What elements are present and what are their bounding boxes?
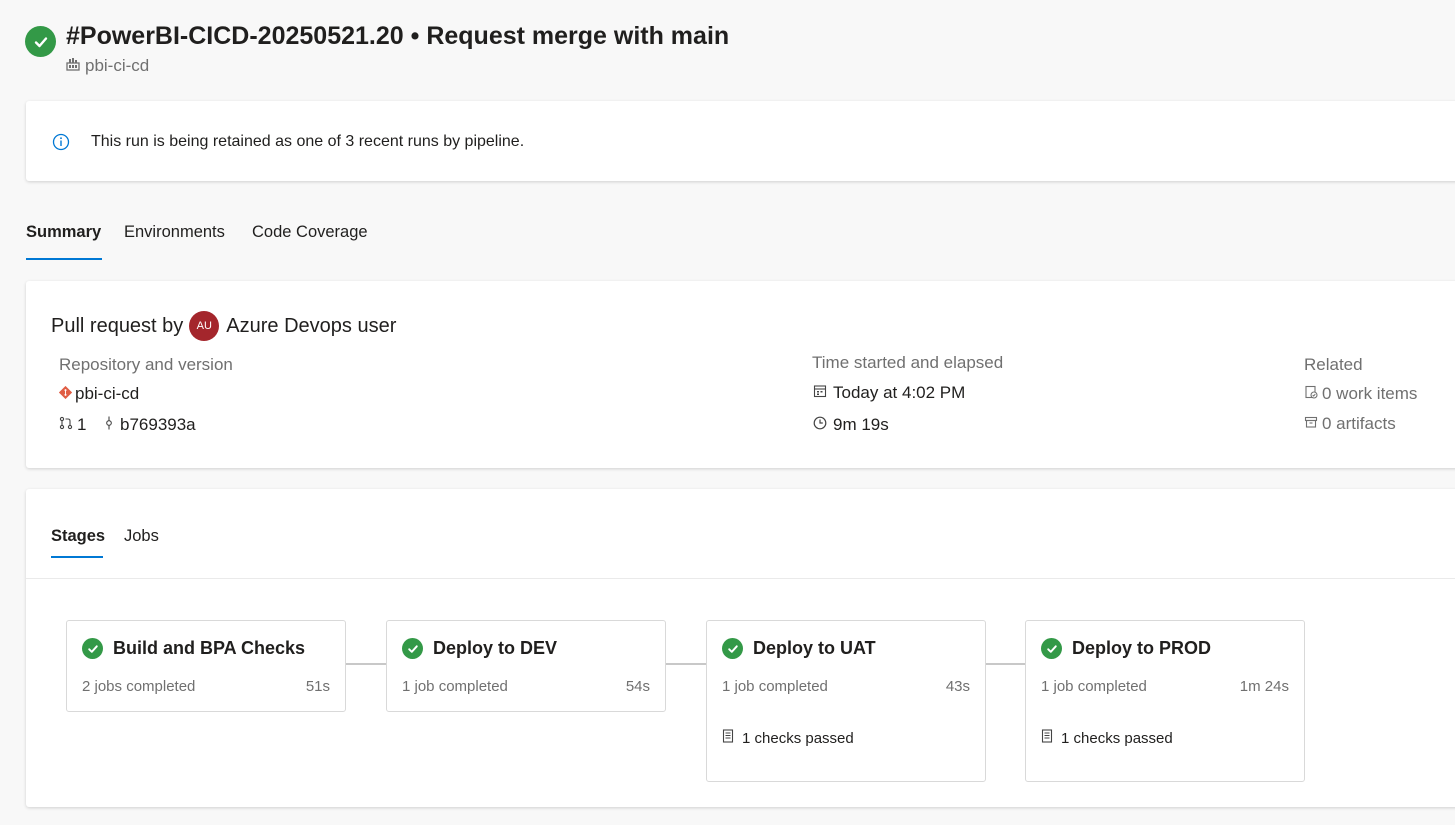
stage-name: Build and BPA Checks — [113, 638, 306, 658]
user-name[interactable]: Azure Devops user — [226, 315, 396, 338]
stage-name: Deploy to DEV — [433, 638, 558, 658]
info-icon — [52, 133, 70, 156]
active-tab-indicator — [26, 258, 102, 260]
commit-icon — [104, 415, 114, 435]
artifacts-count[interactable]: 0 artifacts — [1322, 414, 1396, 434]
work-items-count[interactable]: 0 work items — [1322, 384, 1417, 404]
related-label: Related — [1304, 355, 1363, 374]
stage-name: Deploy to PROD — [1072, 638, 1212, 658]
work-items-link[interactable]: 0 work items — [1304, 384, 1417, 404]
checklist-icon — [722, 729, 734, 747]
artifact-icon — [1304, 414, 1318, 434]
calendar-icon — [813, 383, 827, 403]
stage-duration: 1m 24s — [1239, 678, 1289, 695]
stage-checks-link[interactable]: 1 checks passed — [722, 729, 854, 747]
stage-deploy-to-dev[interactable]: Deploy to DEV 1 job completed 54s — [386, 620, 666, 712]
commit-hash[interactable]: b769393a — [120, 415, 196, 435]
time-label: Time started and elapsed — [812, 353, 1004, 372]
summary-card — [26, 281, 1455, 468]
tab-code-coverage[interactable]: Code Coverage — [252, 223, 368, 242]
repo-link[interactable]: pbi-ci-cd — [58, 384, 139, 404]
tab-stages[interactable]: Stages — [51, 527, 105, 546]
success-icon — [402, 638, 423, 659]
retention-message: This run is being retained as one of 3 r… — [91, 133, 525, 150]
git-repo-icon — [58, 384, 73, 404]
checklist-icon — [1041, 729, 1053, 747]
tab-jobs[interactable]: Jobs — [124, 527, 159, 546]
pipeline-icon — [66, 56, 80, 76]
stage-duration: 51s — [305, 678, 330, 695]
stage-name: Deploy to UAT — [753, 638, 876, 658]
pull-request-icon — [59, 415, 73, 435]
stage-duration: 43s — [945, 678, 970, 695]
stage-deploy-to-prod[interactable]: Deploy to PROD 1 job completed 1m 24s 1 … — [1025, 620, 1305, 782]
run-status-success-icon — [25, 26, 56, 57]
run-title: #PowerBI-CICD-20250521.20 • Request merg… — [66, 22, 730, 50]
pr-link[interactable]: 1 — [59, 415, 86, 435]
repo-label: Repository and version — [59, 355, 233, 374]
stage-jobs: 2 jobs completed — [82, 678, 196, 695]
divider — [26, 578, 1455, 579]
stage-jobs: 1 job completed — [722, 678, 828, 695]
pr-prefix: Pull request by — [51, 314, 184, 337]
tab-environments[interactable]: Environments — [124, 223, 225, 242]
stage-checks[interactable]: 1 checks passed — [742, 730, 854, 747]
success-icon — [82, 638, 103, 659]
pr-number[interactable]: 1 — [77, 415, 86, 435]
stage-duration: 54s — [625, 678, 650, 695]
start-time: Today at 4:02 PM — [813, 383, 965, 403]
pipeline-link[interactable]: pbi-ci-cd — [66, 56, 149, 76]
success-icon — [722, 638, 743, 659]
stage-connector — [346, 663, 386, 665]
clock-icon — [813, 415, 827, 435]
active-subtab-indicator — [51, 556, 103, 558]
repo-name[interactable]: pbi-ci-cd — [75, 384, 139, 404]
stage-connector — [666, 663, 706, 665]
artifacts-link[interactable]: 0 artifacts — [1304, 414, 1396, 434]
stage-deploy-to-uat[interactable]: Deploy to UAT 1 job completed 43s 1 chec… — [706, 620, 986, 782]
avatar: AU — [189, 311, 220, 341]
stage-checks[interactable]: 1 checks passed — [1061, 730, 1173, 747]
tab-summary[interactable]: Summary — [26, 223, 101, 242]
stage-jobs: 1 job completed — [402, 678, 508, 695]
elapsed-time: 9m 19s — [813, 415, 889, 435]
commit-link[interactable]: b769393a — [104, 415, 196, 435]
stage-connector — [985, 663, 1025, 665]
elapsed-time-value: 9m 19s — [833, 415, 889, 434]
stage-jobs: 1 job completed — [1041, 678, 1147, 695]
pipeline-name[interactable]: pbi-ci-cd — [85, 56, 149, 76]
success-icon — [1041, 638, 1062, 659]
pr-heading: Pull request by AU Azure Devops user — [51, 311, 396, 341]
stage-checks-link[interactable]: 1 checks passed — [1041, 729, 1173, 747]
start-time-value: Today at 4:02 PM — [833, 383, 966, 402]
work-item-icon — [1304, 384, 1318, 404]
stage-build-and-bpa-checks[interactable]: Build and BPA Checks 2 jobs completed 51… — [66, 620, 346, 712]
